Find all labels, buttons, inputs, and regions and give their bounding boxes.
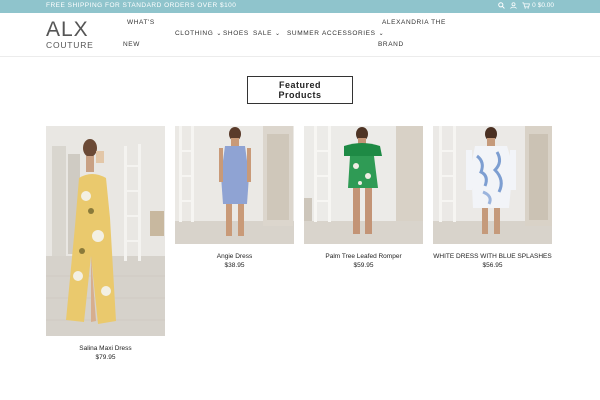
chevron-down-icon: ⌄ — [216, 31, 223, 37]
logo-text-top: ALX — [46, 18, 89, 41]
product-name[interactable]: Salina Maxi Dress — [46, 345, 165, 352]
cart-link[interactable]: 0 $0.00 — [522, 2, 554, 9]
featured-title: Featured Products — [278, 80, 322, 100]
nav-whats-new[interactable]: WHAT'S — [127, 19, 155, 26]
featured-products-heading: Featured Products — [247, 76, 353, 104]
product-image[interactable] — [304, 126, 423, 244]
product-name[interactable]: WHITE DRESS WITH BLUE SPLASHES — [433, 253, 552, 260]
product-card[interactable]: Salina Maxi Dress $79.95 — [46, 126, 165, 362]
header-tools: 0 $0.00 — [498, 2, 554, 9]
nav-clothing-label: CLOTHING — [175, 30, 214, 37]
user-icon[interactable] — [510, 2, 517, 9]
nav-clothing[interactable]: CLOTHING ⌄ — [175, 30, 222, 37]
chevron-down-icon: ⌄ — [275, 31, 281, 37]
product-image[interactable] — [46, 126, 165, 336]
product-card[interactable]: WHITE DRESS WITH BLUE SPLASHES $56.95 — [433, 126, 552, 271]
cart-icon — [522, 2, 531, 9]
nav-accessories[interactable]: ACCESSORIES ⌄ — [322, 30, 384, 37]
nav-summer[interactable]: SUMMER — [287, 30, 320, 37]
product-name[interactable]: Palm Tree Leafed Romper — [304, 253, 423, 260]
nav-alexandria-line2[interactable]: BRAND — [378, 41, 404, 48]
shipping-promo: FREE SHIPPING FOR STANDARD ORDERS OVER $… — [46, 2, 237, 9]
announcement-bar: FREE SHIPPING FOR STANDARD ORDERS OVER $… — [0, 0, 600, 13]
product-price: $59.95 — [353, 262, 374, 269]
nav-sale[interactable]: SALE ⌄ — [253, 30, 281, 37]
nav-sale-label: SALE — [253, 30, 273, 37]
product-card[interactable]: Palm Tree Leafed Romper $59.95 — [304, 126, 423, 271]
search-icon[interactable] — [498, 2, 505, 9]
product-price: $56.95 — [482, 262, 503, 269]
product-price: $79.95 — [95, 354, 116, 361]
nav-whats-new-line2[interactable]: NEW — [123, 41, 140, 48]
product-price: $38.95 — [224, 262, 245, 269]
product-name[interactable]: Angie Dress — [175, 253, 294, 260]
nav-alexandria[interactable]: ALEXANDRIA THE — [382, 19, 446, 26]
site-logo[interactable]: ALX COUTURE — [46, 19, 100, 51]
product-image[interactable] — [433, 126, 552, 244]
logo-text-bottom: COUTURE — [46, 40, 94, 50]
chevron-down-icon: ⌄ — [378, 31, 385, 37]
cart-total: $0.00 — [537, 2, 554, 9]
nav-shoes[interactable]: SHOES — [223, 30, 249, 37]
product-card[interactable]: Angie Dress $38.95 — [175, 126, 294, 271]
nav-accessories-label: ACCESSORIES — [322, 30, 376, 37]
product-image[interactable] — [175, 126, 294, 244]
cart-count: 0 — [532, 2, 536, 9]
